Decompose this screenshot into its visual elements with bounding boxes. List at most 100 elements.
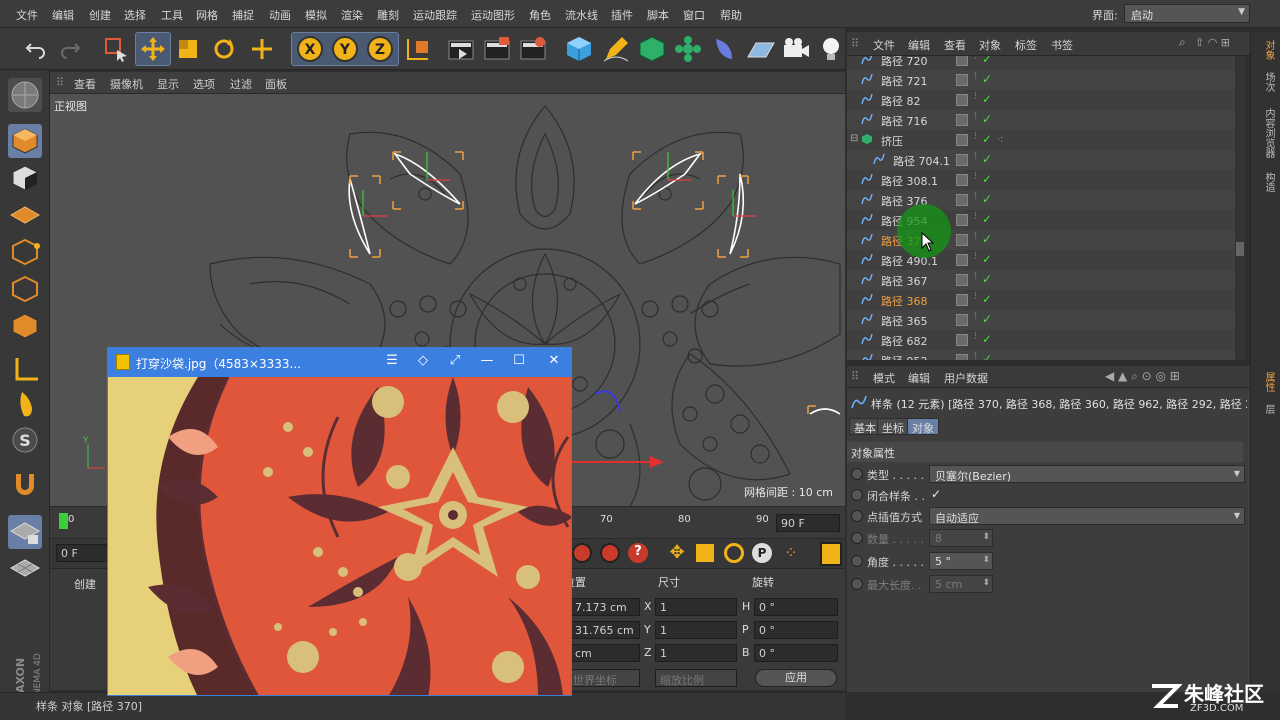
attr-menu-mode[interactable]: 模式 <box>873 370 895 386</box>
menu-item-4[interactable]: 工具 <box>161 7 183 23</box>
tab-coord[interactable]: 坐标 <box>877 418 909 435</box>
collapse-toggle-icon[interactable]: ⊟ <box>850 133 858 144</box>
visibility-dots-icon[interactable]: ⁝ <box>974 351 977 360</box>
texture-mode-icon[interactable] <box>8 161 42 195</box>
layer-toggle-icon[interactable] <box>956 174 968 186</box>
visibility-dots-icon[interactable]: ⁝ <box>974 56 977 62</box>
visibility-dots-icon[interactable]: ⁝ <box>974 131 977 142</box>
obj-menu-tags[interactable]: 标签 <box>1015 37 1037 53</box>
menu-item-6[interactable]: 捕捉 <box>232 7 254 23</box>
visibility-dots-icon[interactable]: ⁝ <box>974 91 977 102</box>
animate-radio[interactable] <box>851 555 863 567</box>
undo-icon[interactable] <box>20 33 52 65</box>
object-row[interactable]: 路径 704.1 ⁝ ✓ <box>847 150 1235 170</box>
visibility-dots-icon[interactable]: ⁝ <box>974 211 977 222</box>
enabled-check-icon[interactable]: ✓ <box>982 312 992 326</box>
menu-item-1[interactable]: 编辑 <box>52 7 74 23</box>
camera-icon[interactable] <box>780 33 812 65</box>
move-icon[interactable] <box>137 33 169 65</box>
property-value[interactable]: 5 ° ⬍ <box>929 552 993 570</box>
key-move-icon[interactable]: ✥ <box>666 543 688 565</box>
keyframe-selection-icon[interactable] <box>600 543 620 563</box>
model-mode-icon[interactable] <box>8 124 42 158</box>
polygons-mode-icon[interactable] <box>8 309 42 343</box>
apply-button[interactable]: 应用 <box>755 669 837 687</box>
menu-item-7[interactable]: 动画 <box>269 7 291 23</box>
coordinate-system-icon[interactable] <box>402 33 434 65</box>
image-viewer-titlebar[interactable]: 打穿沙袋.jpg（4583×3333... ☰ ◇ ⤢ — ☐ ✕ <box>108 348 571 377</box>
workplane-icon[interactable] <box>8 197 42 231</box>
tweak-mode-icon[interactable] <box>8 388 42 422</box>
enabled-check-icon[interactable]: ✓ <box>982 132 992 146</box>
object-row[interactable]: 路径 376 ⁝ ✓ <box>847 190 1235 210</box>
visibility-dots-icon[interactable]: ⁝ <box>974 231 977 242</box>
object-scrollbar[interactable] <box>1235 56 1245 360</box>
side-tab-3[interactable]: 构造 <box>1256 172 1276 192</box>
layer-toggle-icon[interactable] <box>956 274 968 286</box>
image-viewer-window[interactable]: 打穿沙袋.jpg（4583×3333... ☰ ◇ ⤢ — ☐ ✕ <box>107 347 572 696</box>
menu-item-12[interactable]: 运动图形 <box>471 7 515 23</box>
size-x-field[interactable]: 1 <box>655 598 737 616</box>
rot-h-field[interactable]: 0 ° <box>754 598 838 616</box>
scale-mode-select[interactable]: 缩放比例 <box>655 669 737 687</box>
deformer-icon[interactable] <box>708 33 740 65</box>
stepper-icon[interactable]: ⬍ <box>982 555 990 565</box>
key-param-icon[interactable]: P <box>752 543 772 563</box>
visibility-dots-icon[interactable]: ⁝ <box>974 251 977 262</box>
enabled-check-icon[interactable]: ✓ <box>982 252 992 266</box>
render-picture-icon[interactable] <box>481 33 513 65</box>
object-row[interactable]: 路径 367 ⁝ ✓ <box>847 270 1235 290</box>
snap-icon[interactable]: S <box>8 423 42 457</box>
object-row[interactable]: 路径 365 ⁝ ✓ <box>847 310 1235 330</box>
points-mode-icon[interactable] <box>8 235 42 269</box>
layer-toggle-icon[interactable] <box>956 134 968 146</box>
lock-workplane-icon[interactable] <box>8 515 42 549</box>
frame-end-field[interactable]: 90 F <box>776 514 840 532</box>
viewport-menu-item-2[interactable]: 显示 <box>157 76 179 92</box>
pos-y-field[interactable]: 31.765 cm <box>570 621 640 639</box>
z-axis-icon[interactable]: Z <box>364 33 396 65</box>
property-value[interactable]: 自动适应 ▼ <box>929 507 1245 525</box>
obj-menu-object[interactable]: 对象 <box>979 37 1001 53</box>
object-list[interactable]: 路径 720 ⁝ ✓ 路径 721 ⁝ ✓ 路径 82 ⁝ ✓ 路径 716 ⁝ ✓ ⊟ 挤压 ⁝ ✓ ⁖ 路径 … <box>847 56 1235 360</box>
enabled-check-icon[interactable]: ✓ <box>982 192 992 206</box>
close-icon[interactable]: ✕ <box>544 353 564 371</box>
light-icon[interactable] <box>815 33 847 65</box>
menu-item-14[interactable]: 流水线 <box>565 7 598 23</box>
size-z-field[interactable]: 1 <box>655 644 737 662</box>
menu-item-10[interactable]: 雕刻 <box>377 7 399 23</box>
grid-workplane-icon[interactable] <box>8 552 42 586</box>
autokey-icon[interactable] <box>572 543 592 563</box>
enabled-check-icon[interactable]: ✓ <box>982 112 992 126</box>
obj-menu-bookmarks[interactable]: 书签 <box>1051 37 1073 53</box>
menu-item-17[interactable]: 窗口 <box>683 7 705 23</box>
menu-item-16[interactable]: 脚本 <box>647 7 669 23</box>
side-tab-0[interactable]: 对象 <box>1256 40 1276 60</box>
enabled-check-icon[interactable]: ✓ <box>982 152 992 166</box>
visibility-dots-icon[interactable]: ⁝ <box>974 151 977 162</box>
select-icon[interactable] <box>100 33 132 65</box>
axis-mode-icon[interactable] <box>8 353 42 387</box>
visibility-dots-icon[interactable]: ⁝ <box>974 271 977 282</box>
animate-radio[interactable] <box>851 510 863 522</box>
menu-item-2[interactable]: 创建 <box>89 7 111 23</box>
enabled-check-icon[interactable]: ✓ <box>982 272 992 286</box>
scrollbar-thumb[interactable] <box>1236 242 1244 256</box>
property-value[interactable]: ✓ <box>929 486 943 504</box>
animate-radio[interactable] <box>851 468 863 480</box>
current-frame-field[interactable]: 0 F <box>56 544 108 562</box>
y-axis-icon[interactable]: Y <box>329 33 361 65</box>
visibility-dots-icon[interactable]: ⁝ <box>974 71 977 82</box>
render-view-icon[interactable] <box>445 33 477 65</box>
layer-toggle-icon[interactable] <box>956 56 968 66</box>
visibility-dots-icon[interactable]: ⁝ <box>974 331 977 342</box>
menu-icon[interactable]: ☰ <box>382 353 402 371</box>
attr-menu-userdata[interactable]: 用户数据 <box>944 370 988 386</box>
layer-toggle-icon[interactable] <box>956 314 968 326</box>
obj-search-icon[interactable]: ⌕ <box>1179 35 1186 50</box>
menu-item-8[interactable]: 模拟 <box>305 7 327 23</box>
obj-menu-view[interactable]: 查看 <box>944 37 966 53</box>
object-row[interactable]: 路径 682 ⁝ ✓ <box>847 330 1235 350</box>
object-row[interactable]: 路径 308.1 ⁝ ✓ <box>847 170 1235 190</box>
attr-menu-edit[interactable]: 编辑 <box>908 370 930 386</box>
